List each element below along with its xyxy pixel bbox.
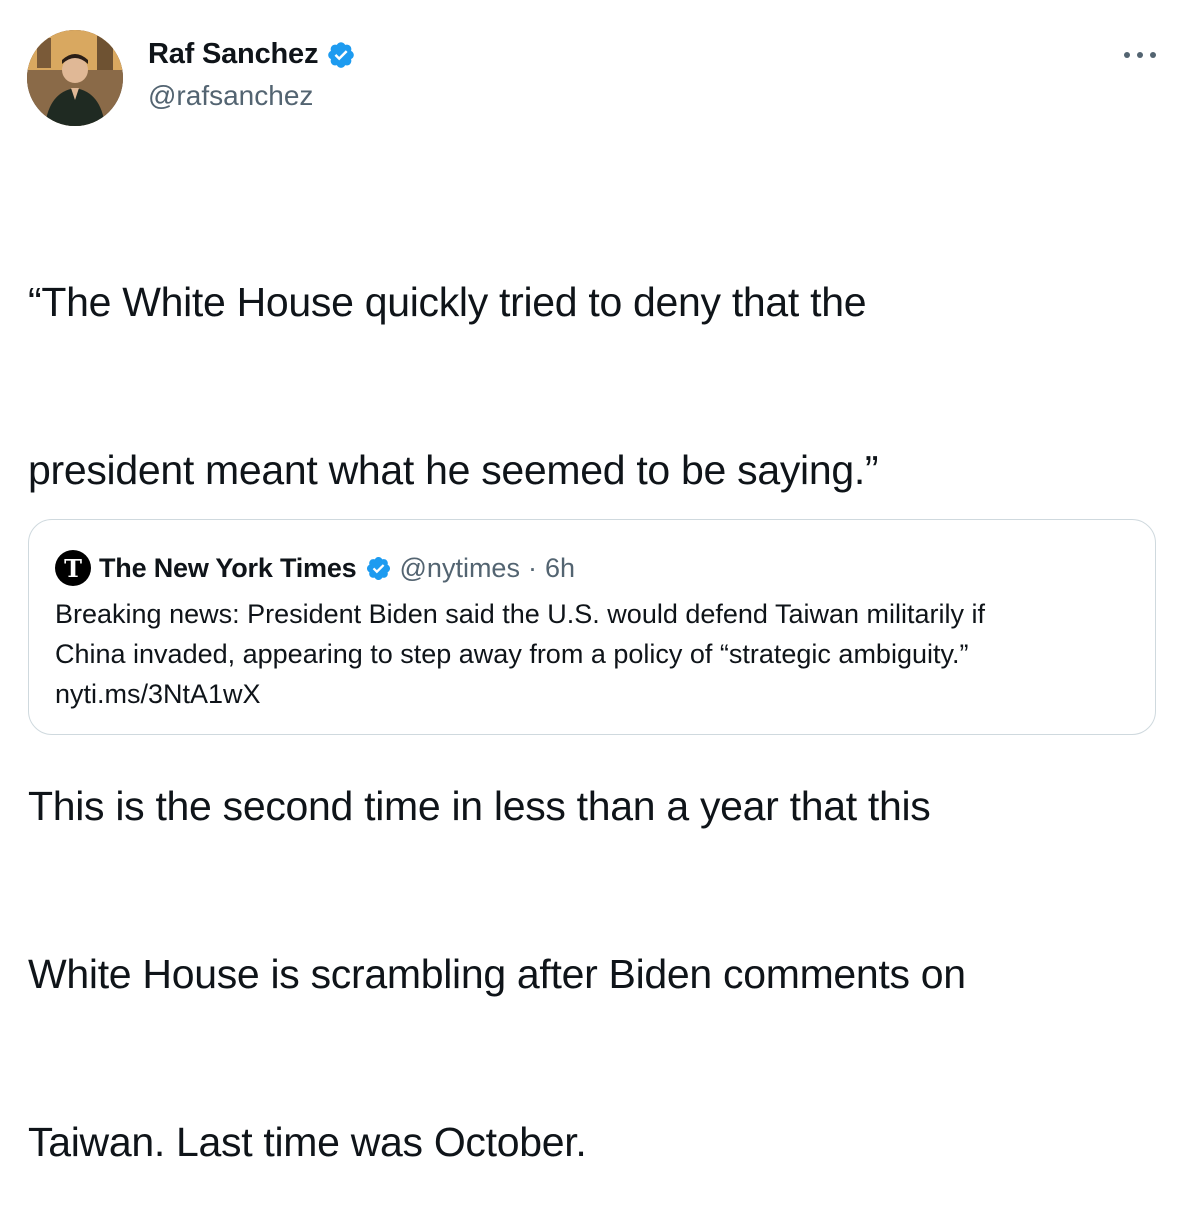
quoted-verified-badge-icon: [365, 555, 392, 582]
quoted-separator: ·: [527, 552, 537, 583]
quoted-body-line: China invaded, appearing to step away fr…: [55, 639, 969, 669]
quoted-tweet-card[interactable]: T The New York Times @nytimes · 6h Break…: [28, 519, 1156, 735]
quoted-timestamp: 6h: [544, 552, 575, 583]
quoted-tweet-body: Breaking news: President Biden said the …: [55, 594, 1135, 714]
quoted-handle: @nytimes: [399, 552, 520, 583]
author-avatar[interactable]: [27, 30, 123, 126]
tweet-text-line: White House is scrambling after Biden co…: [28, 951, 966, 997]
tweet-text-line: Taiwan. Last time was October.: [28, 1119, 587, 1165]
tweet-text-line: This is the second time in less than a y…: [28, 783, 931, 829]
verified-badge-icon: [326, 40, 356, 70]
author-handle[interactable]: @rafsanchez: [148, 80, 313, 112]
nyt-logo-avatar: T: [55, 550, 91, 586]
quoted-display-name: The New York Times: [99, 552, 357, 583]
more-options-button[interactable]: [1120, 40, 1160, 70]
author-name-row: Raf Sanchez: [148, 38, 356, 71]
author-display-name[interactable]: Raf Sanchez: [148, 38, 318, 71]
quoted-body-line: Breaking news: President Biden said the …: [55, 599, 985, 629]
quoted-link[interactable]: nyti.ms/3NtA1wX: [55, 674, 1135, 714]
tweet-text-line: “The White House quickly tried to deny t…: [28, 279, 867, 325]
more-dots-icon: [1124, 52, 1156, 58]
tweet-text-line: president meant what he seemed to be say…: [28, 447, 879, 493]
quoted-tweet-header: T The New York Times @nytimes · 6h: [55, 550, 575, 586]
